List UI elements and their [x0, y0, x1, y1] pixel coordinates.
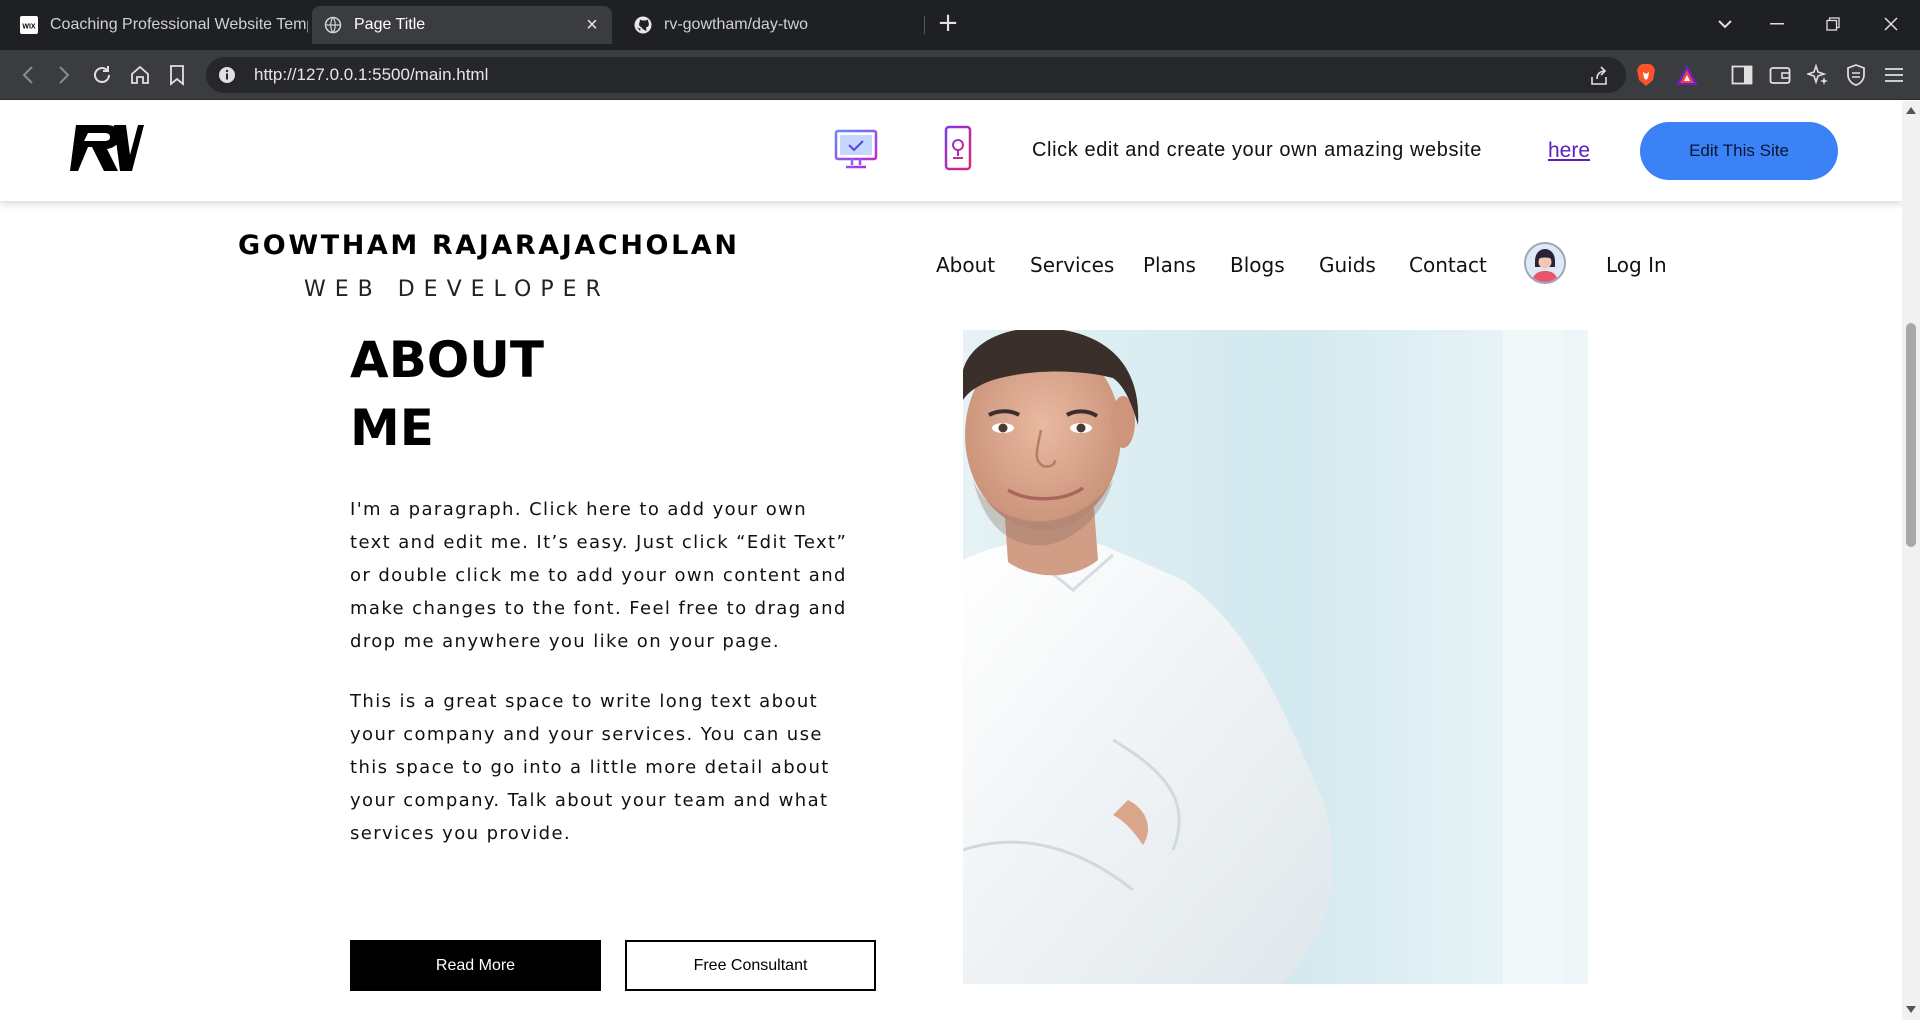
- site-subtitle: WEB DEVELOPER: [304, 277, 610, 302]
- brave-shield-icon[interactable]: [1632, 61, 1660, 89]
- svg-text:WIX: WIX: [22, 24, 36, 31]
- tab-title: Coaching Professional Website Temp: [50, 16, 308, 33]
- about-paragraph-2: This is a great space to write long text…: [350, 685, 860, 850]
- about-title: ABOUT ME: [350, 326, 544, 462]
- page-viewport: Click edit and create your own amazing w…: [0, 101, 1902, 1020]
- nav-services[interactable]: Services: [1030, 253, 1114, 277]
- mobile-icon[interactable]: [944, 125, 972, 175]
- close-window-icon[interactable]: [1874, 8, 1908, 40]
- share-icon[interactable]: [1585, 62, 1613, 90]
- wallet-icon[interactable]: [1766, 61, 1794, 89]
- browser-toolbar: http://127.0.0.1:5500/main.html: [0, 50, 1920, 100]
- scrollbar-thumb[interactable]: [1906, 323, 1916, 547]
- paragraph-line: or double click me to add your own conte…: [350, 565, 847, 586]
- address-bar[interactable]: http://127.0.0.1:5500/main.html: [206, 57, 1626, 93]
- bookmark-icon[interactable]: [163, 61, 191, 89]
- paragraph-line: I'm a paragraph. Click here to add your …: [350, 499, 808, 520]
- restore-icon[interactable]: [1816, 8, 1850, 40]
- minimize-icon[interactable]: [1760, 8, 1794, 40]
- edit-site-button[interactable]: Edit This Site: [1640, 122, 1838, 180]
- login-link[interactable]: Log In: [1606, 253, 1667, 277]
- nav-contact[interactable]: Contact: [1409, 253, 1487, 277]
- site-name[interactable]: GOWTHAM RAJARAJACHOLAN: [238, 230, 740, 261]
- home-icon[interactable]: [126, 61, 154, 89]
- github-icon: [634, 16, 652, 34]
- desktop-icon[interactable]: [834, 129, 878, 175]
- paragraph-line: This is a great space to write long text…: [350, 691, 819, 712]
- forward-icon[interactable]: [50, 61, 78, 89]
- promo-text: Click edit and create your own amazing w…: [1032, 139, 1483, 161]
- sidebar-toggle-icon[interactable]: [1728, 61, 1756, 89]
- close-icon[interactable]: ×: [582, 15, 602, 35]
- tab-title: Page Title: [354, 16, 426, 33]
- paragraph-line: make changes to the font. Feel free to d…: [350, 598, 847, 619]
- scroll-down-icon[interactable]: [1906, 1006, 1916, 1013]
- nav-blogs[interactable]: Blogs: [1230, 253, 1285, 277]
- vpn-shield-icon[interactable]: [1842, 61, 1870, 89]
- read-more-button[interactable]: Read More: [350, 940, 601, 991]
- portrait-photo: [963, 330, 1588, 984]
- about-paragraph-1: I'm a paragraph. Click here to add your …: [350, 493, 860, 658]
- wix-icon: WIX: [20, 16, 38, 34]
- tab-coaching[interactable]: WIX Coaching Professional Website Temp: [8, 6, 308, 44]
- scroll-up-icon[interactable]: [1906, 107, 1916, 114]
- nav-about[interactable]: About: [936, 253, 995, 277]
- menu-icon[interactable]: [1880, 61, 1908, 89]
- nav-plans[interactable]: Plans: [1143, 253, 1196, 277]
- about-title-line: ME: [350, 399, 434, 457]
- leo-ai-icon[interactable]: [1804, 61, 1832, 89]
- tab-separator: [924, 16, 925, 34]
- tab-page-title[interactable]: Page Title ×: [312, 6, 612, 44]
- promo-here-link[interactable]: here: [1548, 139, 1590, 163]
- paragraph-line: your company and your services. You can …: [350, 724, 823, 745]
- reload-icon[interactable]: [88, 61, 116, 89]
- tab-search-icon[interactable]: [1708, 8, 1742, 40]
- url-text: http://127.0.0.1:5500/main.html: [254, 65, 489, 84]
- new-tab-button[interactable]: +: [934, 10, 962, 38]
- tab-title: rv-gowtham/day-two: [664, 16, 809, 33]
- nav-guids[interactable]: Guids: [1319, 253, 1376, 277]
- browser-tab-strip: WIX Coaching Professional Website Temp P…: [0, 0, 1920, 50]
- free-consultant-button[interactable]: Free Consultant: [625, 940, 876, 991]
- back-icon[interactable]: [14, 61, 42, 89]
- user-avatar-icon[interactable]: [1524, 242, 1566, 284]
- brave-rewards-icon[interactable]: [1673, 61, 1701, 89]
- paragraph-line: drop me anywhere you like on your page.: [350, 631, 781, 652]
- about-title-line: ABOUT: [350, 331, 545, 389]
- paragraph-line: your company. Talk about your team and w…: [350, 790, 829, 811]
- tab-github[interactable]: rv-gowtham/day-two: [622, 6, 922, 44]
- paragraph-line: services you provide.: [350, 823, 572, 844]
- page-scrollbar[interactable]: [1902, 101, 1920, 1020]
- globe-icon: [324, 16, 342, 34]
- rv-logo[interactable]: [70, 121, 144, 175]
- wix-promo-bar: Click edit and create your own amazing w…: [0, 101, 1902, 201]
- info-icon[interactable]: [218, 66, 236, 84]
- paragraph-line: text and edit me. It’s easy. Just click …: [350, 532, 848, 553]
- paragraph-line: this space to go into a little more deta…: [350, 757, 830, 778]
